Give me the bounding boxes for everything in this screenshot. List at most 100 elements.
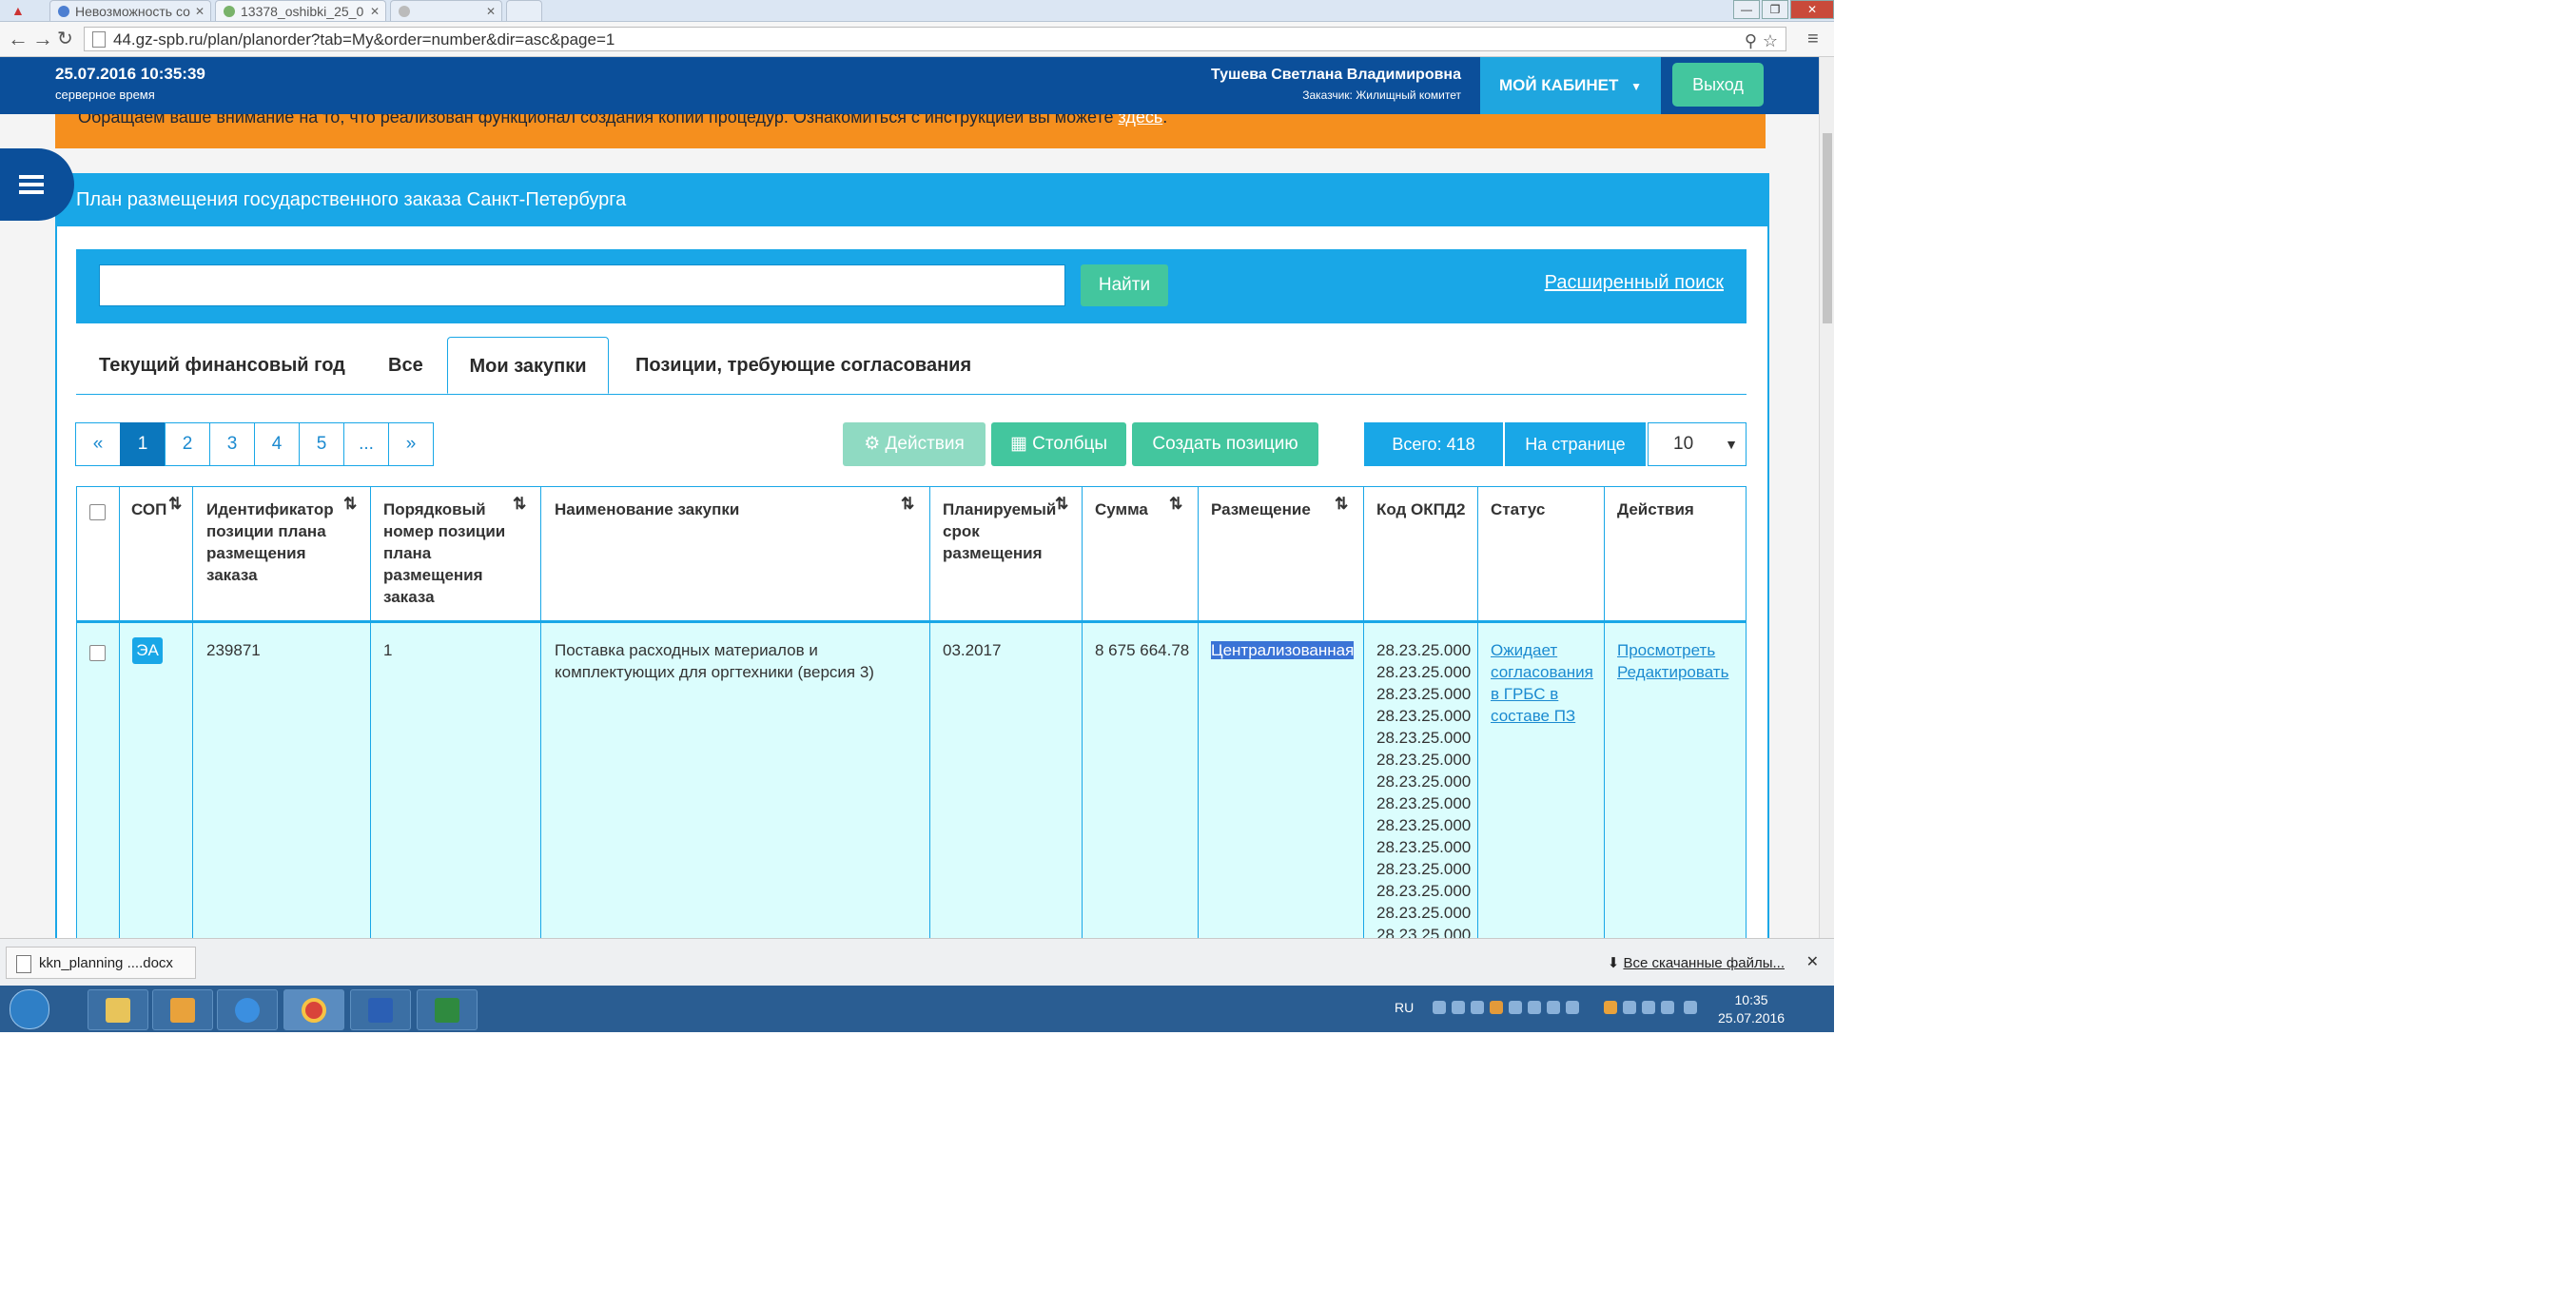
taskbar-explorer[interactable]	[88, 989, 148, 1030]
menu-icon[interactable]: ≡	[1807, 28, 1819, 50]
select-all-checkbox[interactable]	[89, 504, 106, 520]
page-2[interactable]: 2	[165, 422, 210, 466]
restore-icon[interactable]: ❐	[1762, 0, 1788, 19]
all-downloads-link[interactable]: ⬇ Все скачанные файлы...	[1608, 954, 1785, 971]
per-page-select[interactable]: 10 ▼	[1648, 422, 1747, 466]
bookmark-star-icon[interactable]: ☆	[1763, 31, 1778, 51]
header-status[interactable]: Статус	[1491, 498, 1545, 520]
taskbar-chrome[interactable]	[283, 989, 344, 1030]
header-term[interactable]: Планируемый срок размещения	[943, 498, 1057, 564]
taskbar: RU 10:35 25.07.2016	[0, 986, 1834, 1032]
close-icon[interactable]: ✕	[486, 1, 496, 21]
address-bar[interactable]: 44.gz-spb.ru/plan/planorder?tab=My&order…	[84, 27, 1786, 51]
tab-current-year[interactable]: Текущий финансовый год	[99, 337, 345, 394]
header-placement[interactable]: Размещение	[1211, 498, 1311, 520]
outlook-tray-icon[interactable]	[1604, 1001, 1617, 1014]
page-scrollbar[interactable]	[1819, 57, 1834, 938]
browser-tab-2[interactable]: 13378_oshibki_25_0 ✕	[215, 0, 386, 21]
tab-all[interactable]: Все	[388, 337, 423, 394]
sort-icon[interactable]: ⇅	[1169, 495, 1182, 514]
sort-asc-icon[interactable]: ⇅	[513, 495, 526, 514]
page-5[interactable]: 5	[299, 422, 344, 466]
find-button[interactable]: Найти	[1081, 264, 1168, 306]
header-id[interactable]: Идентификатор позиции плана размещения з…	[206, 498, 340, 586]
tray-icon[interactable]	[1528, 1001, 1541, 1014]
sort-icon[interactable]: ⇅	[168, 495, 182, 514]
header-name[interactable]: Наименование закупки	[555, 498, 739, 520]
tray-icon[interactable]	[1547, 1001, 1560, 1014]
tab-needs-approval[interactable]: Позиции, требующие согласования	[635, 337, 971, 394]
header-order-num[interactable]: Порядковый номер позиции плана размещени…	[383, 498, 517, 608]
page-1[interactable]: 1	[120, 422, 166, 466]
tray-icon[interactable]	[1566, 1001, 1579, 1014]
taskbar-outlook[interactable]	[152, 989, 213, 1030]
back-icon[interactable]: ←	[8, 28, 29, 50]
page-info-icon	[92, 31, 106, 48]
taskbar-ie[interactable]	[217, 989, 278, 1030]
volume-icon[interactable]	[1684, 1001, 1697, 1014]
row-checkbox[interactable]	[89, 645, 106, 661]
sort-icon[interactable]: ⇅	[1335, 495, 1348, 514]
browser-toolbar: ← → ↻ 44.gz-spb.ru/plan/planorder?tab=My…	[0, 22, 1834, 57]
page-3[interactable]: 3	[209, 422, 255, 466]
tray-icon[interactable]	[1471, 1001, 1484, 1014]
scrollbar-thumb[interactable]	[1823, 133, 1832, 323]
status-link[interactable]: Ожидает согласования в ГРБС в составе ПЗ	[1491, 639, 1597, 727]
create-position-button[interactable]: Создать позицию	[1132, 422, 1318, 466]
columns-button[interactable]: ▦ Столбцы	[991, 422, 1126, 466]
cell-okpd: 28.23.25.000 28.23.25.000 28.23.25.000 2…	[1376, 639, 1471, 938]
page-next[interactable]: »	[388, 422, 434, 466]
per-page-label: На странице	[1505, 422, 1646, 466]
bluetooth-icon[interactable]	[1433, 1001, 1446, 1014]
start-button[interactable]	[10, 989, 49, 1029]
header-actions: Действия	[1617, 500, 1694, 518]
clock[interactable]: 10:35 25.07.2016	[1718, 991, 1785, 1027]
close-window-icon[interactable]: ✕	[1790, 0, 1834, 19]
reload-icon[interactable]: ↻	[57, 28, 73, 50]
close-icon[interactable]: ✕	[370, 1, 380, 21]
sort-icon[interactable]: ⇅	[343, 495, 357, 514]
network-icon[interactable]	[1661, 1001, 1674, 1014]
tray-icon[interactable]	[1452, 1001, 1465, 1014]
actions-button[interactable]: ⚙ Действия	[843, 422, 986, 466]
tray-icon[interactable]	[1623, 1001, 1636, 1014]
tab-my-purchases[interactable]: Мои закупки	[447, 337, 609, 394]
search-input[interactable]	[99, 264, 1065, 306]
taskbar-excel[interactable]	[417, 989, 478, 1030]
header-sop[interactable]: СОП	[131, 498, 166, 520]
forward-icon[interactable]: →	[32, 28, 53, 50]
outlook-icon	[170, 998, 195, 1023]
edit-link[interactable]: Редактировать	[1617, 661, 1728, 683]
tray-icon[interactable]	[1509, 1001, 1522, 1014]
sort-icon[interactable]: ⇅	[1055, 495, 1068, 514]
tray-icon[interactable]	[1642, 1001, 1655, 1014]
my-cabinet-button[interactable]: МОЙ КАБИНЕТ ▼	[1480, 57, 1661, 114]
view-link[interactable]: Просмотреть	[1617, 639, 1728, 661]
close-icon[interactable]: ✕	[1806, 952, 1819, 971]
notice-link[interactable]: здесь	[1118, 114, 1162, 127]
advanced-search-link[interactable]: Расширенный поиск	[1545, 272, 1724, 294]
header-sum[interactable]: Сумма	[1095, 498, 1148, 520]
download-item[interactable]: kkn_planning ....docx	[6, 947, 196, 979]
header-okpd[interactable]: Код ОКПД2	[1376, 498, 1465, 520]
minimize-icon[interactable]: —	[1733, 0, 1760, 19]
close-icon[interactable]: ✕	[195, 1, 205, 21]
browser-tab-label: 13378_oshibki_25_0	[241, 4, 364, 19]
page-4[interactable]: 4	[254, 422, 300, 466]
browser-tab-1[interactable]: Невозможность со ✕	[49, 0, 211, 21]
sort-icon[interactable]: ⇅	[901, 495, 914, 514]
sidebar-menu-button[interactable]	[0, 148, 74, 221]
zoom-icon[interactable]: ⚲	[1745, 31, 1757, 51]
tray-icon[interactable]	[1490, 1001, 1503, 1014]
logout-button[interactable]: Выход	[1672, 63, 1764, 107]
page-ellipsis[interactable]: ...	[343, 422, 389, 466]
taskbar-word[interactable]	[350, 989, 411, 1030]
new-tab-button[interactable]	[506, 0, 542, 21]
col-sum	[1083, 487, 1199, 938]
browser-tab-strip: ▲ Невозможность со ✕ 13378_oshibki_25_0 …	[0, 0, 1834, 22]
browser-tab-3[interactable]: ✕	[390, 0, 502, 21]
page-prev[interactable]: «	[75, 422, 121, 466]
server-time-label: серверное время	[55, 88, 155, 102]
per-page-value: 10	[1673, 434, 1694, 454]
language-indicator[interactable]: RU	[1395, 1000, 1414, 1015]
